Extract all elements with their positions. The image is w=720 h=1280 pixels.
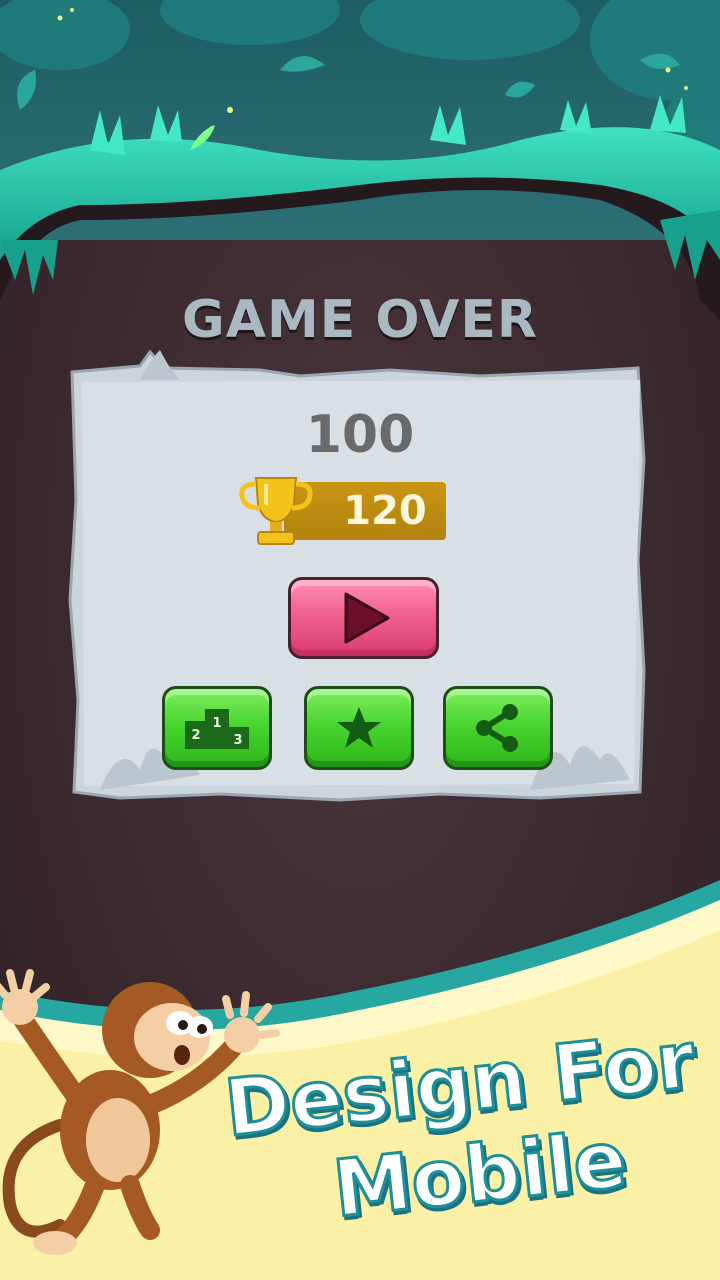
podium-third-label: 3 xyxy=(233,733,242,748)
podium-first-label: 1 xyxy=(212,716,221,731)
trophy-icon xyxy=(239,477,313,545)
game-screen: GAME OVER 100 120 1 2 3 Design For Mobil… xyxy=(0,0,720,1280)
play-button[interactable] xyxy=(288,577,439,659)
jungle-header xyxy=(0,0,720,320)
best-score: 120 xyxy=(343,488,427,534)
podium-second-label: 2 xyxy=(191,728,200,743)
share-icon xyxy=(476,704,518,752)
share-button[interactable] xyxy=(443,686,553,770)
podium-icon: 1 2 3 xyxy=(185,709,249,749)
rate-button[interactable] xyxy=(304,686,414,770)
current-score: 100 xyxy=(305,405,415,465)
star-icon xyxy=(337,707,381,748)
leaderboard-button[interactable]: 1 2 3 xyxy=(162,686,272,770)
play-icon xyxy=(344,592,389,644)
